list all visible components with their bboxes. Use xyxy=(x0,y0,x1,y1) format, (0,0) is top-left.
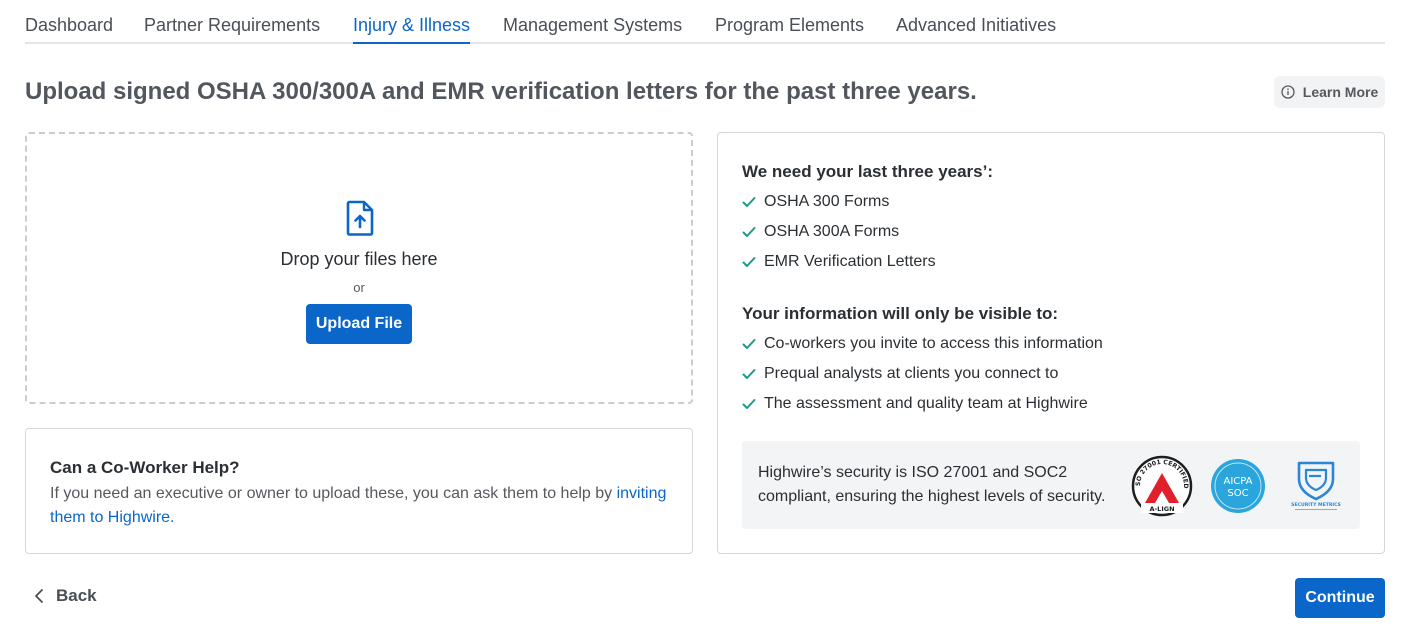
list-item-label: OSHA 300A Forms xyxy=(764,223,900,240)
visibility-list: Co-workers you invite to access this inf… xyxy=(742,329,1103,419)
or-separator: or xyxy=(353,280,365,295)
coworker-help-body: If you need an executive or owner to upl… xyxy=(50,482,675,530)
requirements-list: OSHA 300 Forms OSHA 300A Forms EMR Verif… xyxy=(742,187,936,277)
requirements-panel: We need your last three years’: OSHA 300… xyxy=(717,132,1385,554)
shield-badge-text: SECURITY METRICS xyxy=(1291,502,1341,508)
iso-27001-badge-icon: ISO 27001 CERTIFIED A-LIGN xyxy=(1131,455,1193,517)
list-item-label: The assessment and quality team at Highw… xyxy=(764,395,1088,412)
info-circle-icon xyxy=(1281,85,1295,99)
list-item: OSHA 300 Forms xyxy=(742,187,936,217)
chevron-left-icon xyxy=(35,589,43,603)
coworker-help-card: Can a Co-Worker Help? If you need an exe… xyxy=(25,428,693,554)
visibility-heading: Your information will only be visible to… xyxy=(742,304,1059,323)
security-callout: Highwire’s security is ISO 27001 and SOC… xyxy=(742,441,1360,529)
check-icon xyxy=(742,399,756,409)
security-text: Highwire’s security is ISO 27001 and SOC… xyxy=(758,464,1106,505)
check-icon xyxy=(742,227,756,237)
tab-dashboard[interactable]: Dashboard xyxy=(25,15,113,36)
list-item-label: OSHA 300 Forms xyxy=(764,193,890,210)
learn-more-label: Learn More xyxy=(1302,84,1379,100)
tab-partner-requirements[interactable]: Partner Requirements xyxy=(144,15,320,36)
tab-injury-illness[interactable]: Injury & Illness xyxy=(353,15,471,44)
coworker-help-title: Can a Co-Worker Help? xyxy=(50,458,240,477)
list-item: Co-workers you invite to access this inf… xyxy=(742,329,1103,359)
list-item-label: Prequal analysts at clients you connect … xyxy=(764,365,1059,382)
drop-files-text: Drop your files here xyxy=(280,249,438,269)
list-item-label: EMR Verification Letters xyxy=(764,253,936,270)
continue-button[interactable]: Continue xyxy=(1295,578,1385,618)
list-item: OSHA 300A Forms xyxy=(742,217,936,247)
back-label: Back xyxy=(56,586,97,605)
aicpa-badge-line1: AICPA xyxy=(1223,476,1252,487)
list-item: The assessment and quality team at Highw… xyxy=(742,389,1103,419)
back-button[interactable]: Back xyxy=(34,586,97,606)
file-dropzone[interactable]: Drop your files here or Upload File xyxy=(25,132,693,404)
tab-management-systems[interactable]: Management Systems xyxy=(503,15,682,36)
tab-program-elements[interactable]: Program Elements xyxy=(715,15,864,36)
check-icon xyxy=(742,369,756,379)
security-shield-badge-icon: SECURITY METRICS xyxy=(1291,461,1341,510)
aicpa-soc-badge-icon: AICPA SOC xyxy=(1211,459,1265,513)
learn-more-button[interactable]: Learn More xyxy=(1274,76,1385,108)
tab-bar: Dashboard Partner Requirements Injury & … xyxy=(25,0,1385,44)
requirements-heading: We need your last three years’: xyxy=(742,162,994,181)
list-item-label: Co-workers you invite to access this inf… xyxy=(764,335,1103,352)
tab-advanced-initiatives[interactable]: Advanced Initiatives xyxy=(896,15,1056,36)
check-icon xyxy=(742,339,756,349)
upload-file-button[interactable]: Upload File xyxy=(306,304,412,344)
coworker-help-text: If you need an executive or owner to upl… xyxy=(50,485,617,502)
page-title: Upload signed OSHA 300/300A and EMR veri… xyxy=(25,78,977,105)
check-icon xyxy=(742,197,756,207)
aicpa-badge-line2: SOC xyxy=(1227,488,1248,499)
iso-badge-bottom-text: A-LIGN xyxy=(1149,505,1174,513)
check-icon xyxy=(742,257,756,267)
file-upload-icon xyxy=(346,200,374,236)
list-item: Prequal analysts at clients you connect … xyxy=(742,359,1103,389)
list-item: EMR Verification Letters xyxy=(742,247,936,277)
